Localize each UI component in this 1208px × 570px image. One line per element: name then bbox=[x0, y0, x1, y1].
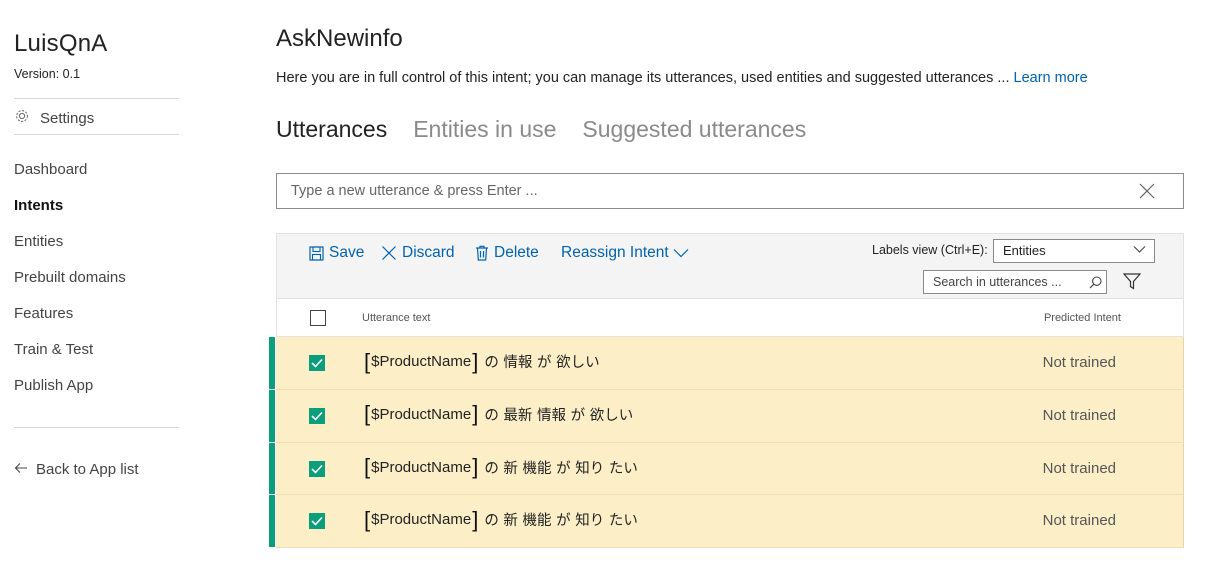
gear-icon bbox=[14, 108, 40, 128]
sidebar-divider bbox=[14, 98, 179, 99]
arrow-left-icon bbox=[14, 461, 36, 478]
sidebar-item-features[interactable]: Features bbox=[14, 302, 126, 338]
tab-entities-in-use[interactable]: Entities in use bbox=[413, 116, 556, 143]
new-utterance-input[interactable] bbox=[277, 174, 1127, 208]
utterance-text: [ $ProductName ] の 情報 が 欲しい bbox=[364, 348, 600, 374]
table-row[interactable]: [ $ProductName ] の 最新 情報 が 欲しい Not train… bbox=[269, 389, 1184, 443]
checkmark-icon bbox=[311, 411, 323, 421]
settings-label: Settings bbox=[40, 109, 95, 127]
entity-label[interactable]: $ProductName bbox=[371, 406, 471, 423]
settings-link[interactable]: Settings bbox=[14, 108, 94, 128]
close-icon[interactable] bbox=[1127, 174, 1167, 208]
tab-suggested-utterances[interactable]: Suggested utterances bbox=[582, 116, 806, 143]
sidebar-item-entities[interactable]: Entities bbox=[14, 230, 126, 266]
utterance-text: [ $ProductName ] の 新 機能 が 知り たい bbox=[364, 454, 638, 479]
sidebar-item-intents[interactable]: Intents bbox=[14, 194, 126, 230]
entity-bracket-close: ] bbox=[472, 506, 479, 532]
row-checkbox[interactable] bbox=[309, 460, 325, 477]
sidebar-divider bbox=[14, 134, 179, 135]
sidebar-item-prebuilt-domains[interactable]: Prebuilt domains bbox=[14, 266, 126, 302]
column-header-predicted[interactable]: Predicted Intent bbox=[1044, 312, 1121, 324]
sidebar-item-dashboard[interactable]: Dashboard bbox=[14, 158, 126, 194]
predicted-intent[interactable]: Not trained bbox=[1043, 460, 1116, 477]
app-name: LuisQnA bbox=[14, 30, 108, 57]
labels-view-select[interactable]: Entities bbox=[993, 239, 1155, 263]
back-to-app-list-link[interactable]: Back to App list bbox=[14, 461, 139, 478]
reassign-intent-button[interactable]: Reassign Intent bbox=[561, 244, 689, 262]
chevron-down-icon bbox=[1133, 246, 1146, 253]
search-icon[interactable] bbox=[1084, 275, 1106, 289]
utterance-rest: の 情報 が 欲しい bbox=[484, 355, 600, 371]
utterance-rest: の 新 機能 が 知り たい bbox=[484, 460, 638, 477]
entity-bracket-open: [ bbox=[364, 506, 371, 532]
table-row[interactable]: [ $ProductName ] の 新 機能 が 知り たい Not trai… bbox=[269, 442, 1184, 496]
save-icon bbox=[309, 245, 324, 261]
row-checkbox[interactable] bbox=[309, 407, 325, 424]
table-row[interactable]: [ $ProductName ] の 新 機能 が 知り たい Not trai… bbox=[269, 495, 1184, 548]
checkmark-icon bbox=[311, 358, 323, 368]
entity-label[interactable]: $ProductName bbox=[371, 353, 471, 370]
entity-bracket-close: ] bbox=[472, 401, 479, 427]
utterances-grid: Save Discard Delete Reassign Intent Labe… bbox=[269, 233, 1184, 548]
close-icon bbox=[382, 246, 396, 260]
trash-icon bbox=[476, 245, 488, 261]
back-label: Back to App list bbox=[36, 461, 139, 478]
utterance-rest: の 新 機能 が 知り たい bbox=[484, 513, 638, 530]
entity-bracket-close: ] bbox=[472, 454, 479, 479]
intent-tabs: Utterances Entities in use Suggested utt… bbox=[276, 116, 832, 143]
entity-label[interactable]: $ProductName bbox=[371, 459, 471, 476]
row-checkbox[interactable] bbox=[309, 355, 325, 371]
select-all-checkbox[interactable] bbox=[310, 310, 326, 326]
filter-icon[interactable] bbox=[1122, 273, 1142, 295]
sidebar-nav: Dashboard Intents Entities Prebuilt doma… bbox=[14, 158, 126, 410]
version-value: 0.1 bbox=[62, 67, 81, 81]
grid-header-row: Utterance text Predicted Intent bbox=[276, 299, 1184, 337]
save-label: Save bbox=[329, 244, 365, 261]
predicted-intent[interactable]: Not trained bbox=[1043, 512, 1116, 529]
checkmark-icon bbox=[311, 464, 323, 474]
row-checkbox[interactable] bbox=[309, 513, 325, 530]
entity-bracket-open: [ bbox=[364, 348, 371, 374]
labels-view-value: Entities bbox=[1003, 243, 1046, 258]
entity-bracket-open: [ bbox=[364, 401, 371, 427]
sidebar-divider bbox=[14, 427, 179, 428]
utterance-text: [ $ProductName ] の 新 機能 が 知り たい bbox=[364, 506, 638, 532]
table-row[interactable]: [ $ProductName ] の 情報 が 欲しい Not trained bbox=[269, 337, 1184, 390]
entity-label[interactable]: $ProductName bbox=[371, 511, 471, 528]
delete-label: Delete bbox=[494, 244, 539, 261]
checkmark-icon bbox=[311, 517, 323, 526]
learn-more-link[interactable]: Learn more bbox=[1014, 70, 1088, 86]
app-version: Version: 0.1 bbox=[14, 67, 80, 81]
column-header-utterance[interactable]: Utterance text bbox=[362, 312, 430, 324]
description-text: Here you are in full control of this int… bbox=[276, 70, 1010, 86]
sidebar: LuisQnA Version: 0.1 Settings Dashboard … bbox=[0, 0, 200, 570]
predicted-intent[interactable]: Not trained bbox=[1043, 354, 1116, 371]
chevron-down-icon bbox=[673, 249, 689, 258]
search-utterances-box bbox=[923, 270, 1107, 294]
save-button[interactable]: Save bbox=[309, 244, 364, 262]
intent-description: Here you are in full control of this int… bbox=[276, 70, 1088, 86]
page-title: AskNewinfo bbox=[276, 25, 403, 52]
version-label: Version: bbox=[14, 67, 60, 81]
labels-view-label: Labels view (Ctrl+E): bbox=[872, 243, 988, 257]
sidebar-item-publish-app[interactable]: Publish App bbox=[14, 374, 126, 410]
delete-button[interactable]: Delete bbox=[475, 244, 539, 262]
utterance-text: [ $ProductName ] の 最新 情報 が 欲しい bbox=[364, 401, 634, 427]
predicted-intent[interactable]: Not trained bbox=[1043, 407, 1116, 424]
discard-label: Discard bbox=[402, 244, 455, 261]
entity-bracket-close: ] bbox=[472, 348, 479, 374]
reassign-label: Reassign Intent bbox=[561, 244, 669, 261]
sidebar-item-train-test[interactable]: Train & Test bbox=[14, 338, 126, 374]
discard-button[interactable]: Discard bbox=[381, 244, 455, 262]
entity-bracket-open: [ bbox=[364, 454, 371, 479]
new-utterance-box bbox=[276, 173, 1184, 209]
grid-toolbar: Save Discard Delete Reassign Intent Labe… bbox=[276, 233, 1184, 299]
search-utterances-input[interactable] bbox=[924, 275, 1084, 289]
tab-utterances[interactable]: Utterances bbox=[276, 116, 387, 143]
utterance-rest: の 最新 情報 が 欲しい bbox=[484, 407, 634, 424]
